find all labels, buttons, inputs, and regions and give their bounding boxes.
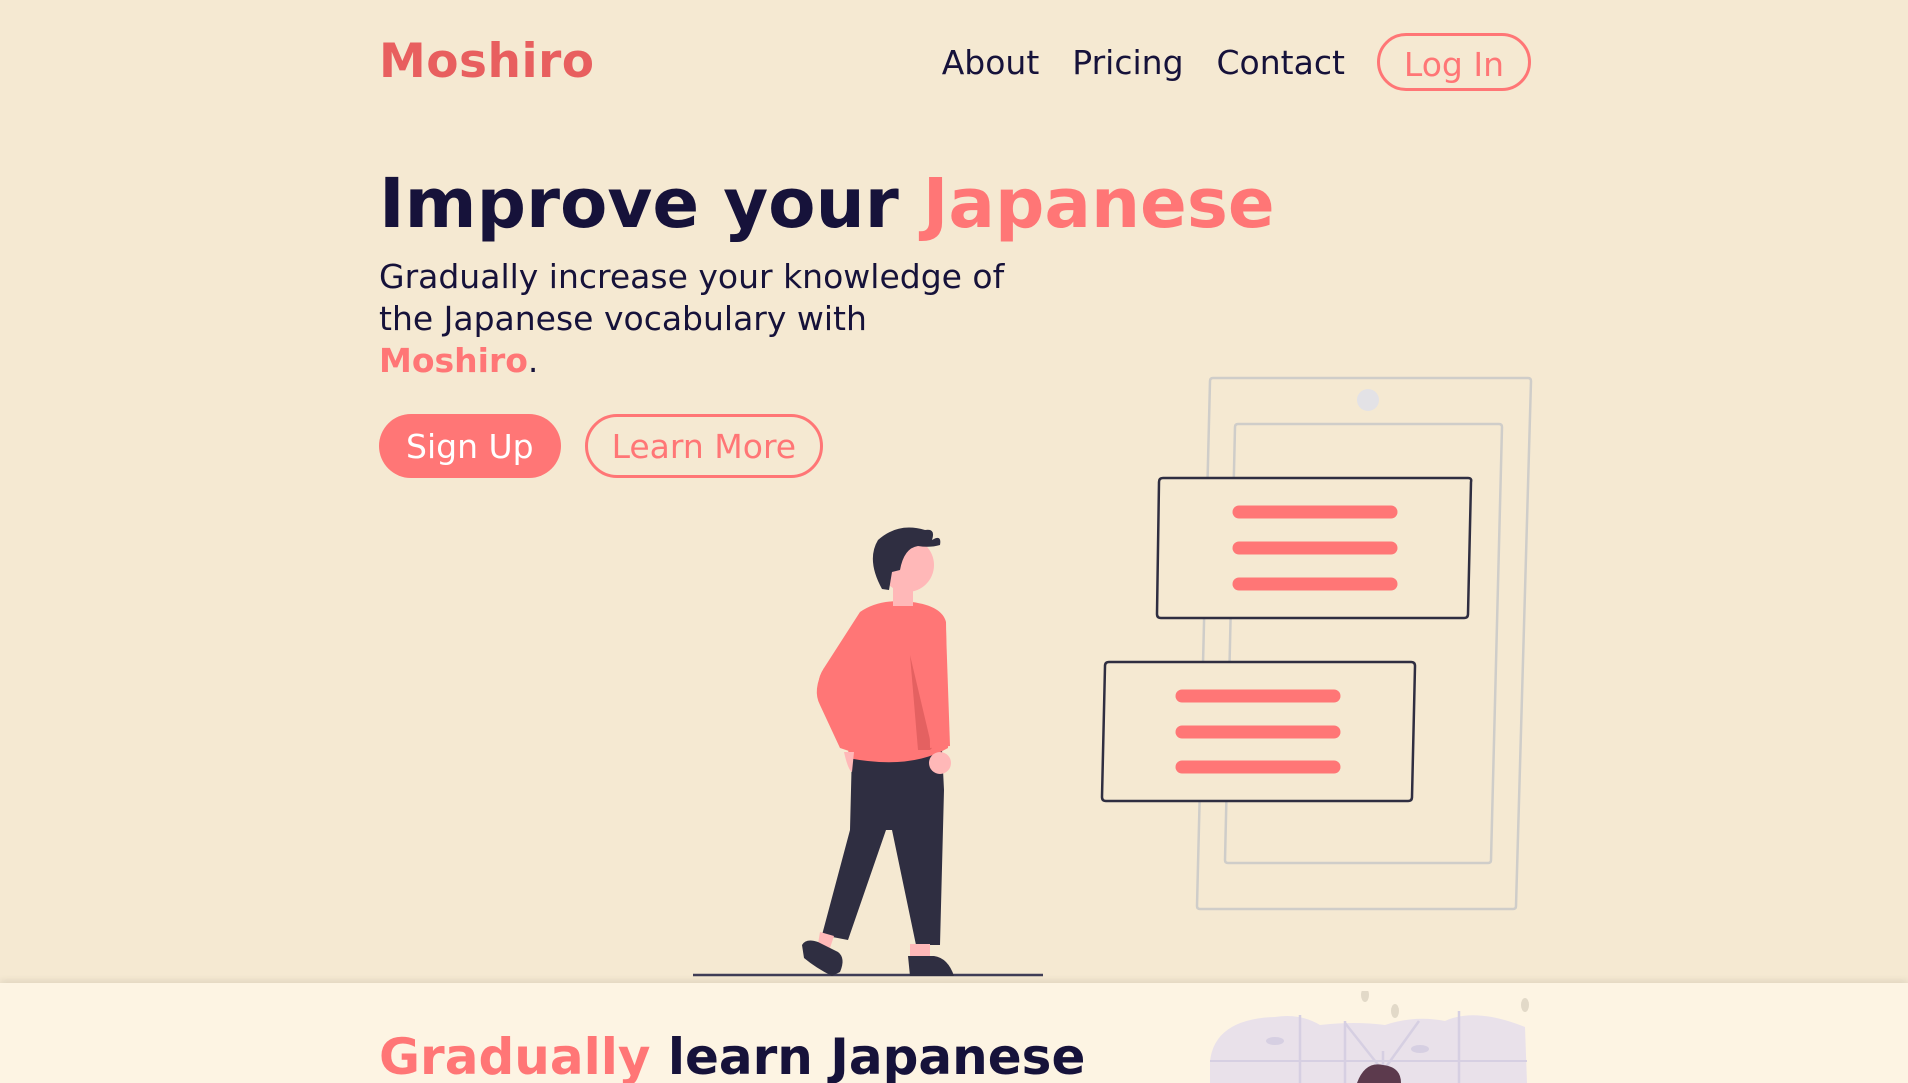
section-title-accent: Gradually (379, 1028, 651, 1083)
hero-subtitle-text: Gradually increase your knowledge of the… (379, 257, 1005, 338)
main-nav: About Pricing Contact Log In (942, 30, 1531, 94)
hero-subtitle-end: . (527, 341, 539, 380)
cherry-blossom-illustration (1210, 991, 1529, 1083)
phone-chat-illustration (1100, 376, 1533, 911)
hero-subtitle-brand: Moshiro (379, 341, 528, 380)
login-button[interactable]: Log In (1376, 33, 1531, 91)
section-title: Gradually learn Japanese (379, 1027, 1085, 1083)
hero-illustration (693, 376, 1533, 977)
features-section: Gradually learn Japanese (0, 983, 1908, 1083)
section-title-rest: learn Japanese (650, 1028, 1086, 1083)
hero-title: Improve your Japanese (379, 162, 1275, 246)
hero-subtitle: Gradually increase your knowledge of the… (379, 256, 1019, 382)
hero-title-accent: Japanese (922, 164, 1275, 244)
signup-button[interactable]: Sign Up (379, 414, 561, 478)
person-illustration (802, 527, 954, 976)
nav-contact[interactable]: Contact (1217, 43, 1345, 82)
hero-title-prefix: Improve your (379, 164, 923, 244)
nav-about[interactable]: About (942, 43, 1040, 82)
brand-logo[interactable]: Moshiro (379, 30, 595, 94)
nav-pricing[interactable]: Pricing (1072, 43, 1183, 82)
